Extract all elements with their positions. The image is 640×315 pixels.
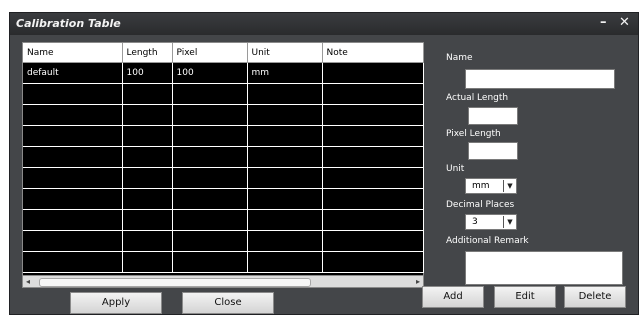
table-row[interactable]: [23, 251, 424, 273]
pixel-length-label: Pixel Length: [446, 129, 501, 139]
title-bar: Calibration Table – ✕: [10, 13, 638, 35]
table-cell[interactable]: [23, 125, 123, 147]
table-cell[interactable]: [23, 83, 123, 105]
table-cell[interactable]: [172, 104, 248, 126]
decimal-places-label: Decimal Places: [446, 200, 515, 210]
close-button[interactable]: Close: [182, 292, 274, 314]
table-cell[interactable]: [247, 104, 323, 126]
table-cell[interactable]: [122, 104, 173, 126]
table-cell[interactable]: default: [23, 62, 123, 84]
table-cell[interactable]: [122, 125, 173, 147]
table-cell[interactable]: [172, 125, 248, 147]
dropdown-arrow-icon[interactable]: ▼: [503, 216, 516, 228]
table-cell[interactable]: [172, 83, 248, 105]
table-cell[interactable]: [322, 83, 424, 105]
table-cell[interactable]: [322, 230, 424, 252]
actual-length-label: Actual Length: [446, 93, 509, 103]
delete-button[interactable]: Delete: [564, 286, 626, 308]
decimal-places-select[interactable]: 3 ▼: [465, 214, 517, 230]
dropdown-arrow-icon[interactable]: ▼: [503, 180, 516, 192]
table-cell[interactable]: [122, 188, 173, 210]
table-cell[interactable]: [322, 104, 424, 126]
table-cell[interactable]: [122, 209, 173, 231]
table-cell[interactable]: [247, 146, 323, 168]
column-header-length[interactable]: Length: [122, 43, 173, 63]
table-row[interactable]: [23, 188, 424, 210]
table-cell[interactable]: [322, 167, 424, 189]
table-cell[interactable]: [122, 146, 173, 168]
column-header-note[interactable]: Note: [322, 43, 424, 63]
table-cell[interactable]: [247, 167, 323, 189]
table-cell[interactable]: [122, 83, 173, 105]
table-row[interactable]: [23, 146, 424, 168]
table-cell[interactable]: [23, 188, 123, 210]
additional-remark-input[interactable]: [465, 251, 623, 285]
window-title: Calibration Table: [16, 17, 121, 30]
unit-select-value: mm: [472, 181, 490, 191]
table-cell[interactable]: mm: [247, 62, 323, 84]
table-cell[interactable]: [322, 125, 424, 147]
scroll-right-arrow-icon[interactable]: ▸: [416, 276, 420, 287]
close-window-button[interactable]: ✕: [619, 15, 630, 30]
unit-select[interactable]: mm ▼: [465, 178, 517, 194]
table-cell[interactable]: 100: [122, 62, 173, 84]
table-row[interactable]: [23, 104, 424, 126]
table-row[interactable]: [23, 230, 424, 252]
table-cell[interactable]: [23, 146, 123, 168]
table-cell[interactable]: 100: [172, 62, 248, 84]
column-header-name[interactable]: Name: [23, 43, 123, 63]
table-cell[interactable]: [247, 188, 323, 210]
calibration-table-window: Calibration Table – ✕ Name Length Pixel …: [9, 12, 639, 315]
table-cell[interactable]: [172, 209, 248, 231]
minimize-button[interactable]: –: [600, 15, 607, 30]
table-row[interactable]: [23, 167, 424, 189]
table-cell[interactable]: [322, 188, 424, 210]
column-header-pixel[interactable]: Pixel: [172, 43, 248, 63]
table-cell[interactable]: [23, 251, 123, 273]
table-cell[interactable]: [322, 146, 424, 168]
table-cell[interactable]: [172, 146, 248, 168]
calibration-table: Name Length Pixel Unit Note default 100 10…: [23, 43, 424, 273]
apply-button[interactable]: Apply: [70, 292, 162, 314]
table-row[interactable]: [23, 209, 424, 231]
table-cell[interactable]: [247, 83, 323, 105]
add-button[interactable]: Add: [422, 286, 484, 308]
table-cell[interactable]: [172, 167, 248, 189]
decimal-places-value: 3: [472, 217, 478, 227]
table-cell[interactable]: [322, 209, 424, 231]
table-cell[interactable]: [122, 230, 173, 252]
scrollbar-thumb[interactable]: [39, 278, 311, 287]
table-row[interactable]: default 100 100 mm: [23, 62, 424, 84]
scroll-left-arrow-icon[interactable]: ◂: [26, 276, 30, 287]
table-cell[interactable]: [247, 230, 323, 252]
table-cell[interactable]: [322, 251, 424, 273]
table-cell[interactable]: [23, 209, 123, 231]
table-cell[interactable]: [172, 188, 248, 210]
unit-label: Unit: [446, 164, 465, 174]
horizontal-scrollbar[interactable]: ◂ ▸: [22, 275, 424, 288]
table-cell[interactable]: [23, 230, 123, 252]
table-cell[interactable]: [122, 251, 173, 273]
table-cell[interactable]: [172, 251, 248, 273]
actual-length-input[interactable]: [468, 107, 518, 125]
name-label: Name: [446, 53, 473, 63]
table-cell[interactable]: [247, 251, 323, 273]
table-cell[interactable]: [247, 125, 323, 147]
table-cell[interactable]: [247, 209, 323, 231]
table-body: default 100 100 mm: [23, 62, 424, 273]
table-row[interactable]: [23, 83, 424, 105]
name-input[interactable]: [465, 69, 615, 89]
table-cell[interactable]: [322, 62, 424, 84]
table-row[interactable]: [23, 125, 424, 147]
calibration-grid: Name Length Pixel Unit Note default 100 10…: [22, 42, 424, 282]
column-header-unit[interactable]: Unit: [247, 43, 323, 63]
table-cell[interactable]: [172, 230, 248, 252]
edit-button[interactable]: Edit: [494, 286, 556, 308]
table-header-row: Name Length Pixel Unit Note: [23, 43, 424, 63]
table-cell[interactable]: [122, 167, 173, 189]
table-cell[interactable]: [23, 104, 123, 126]
pixel-length-input[interactable]: [468, 142, 518, 160]
table-cell[interactable]: [23, 167, 123, 189]
additional-remark-label: Additional Remark: [446, 236, 529, 246]
